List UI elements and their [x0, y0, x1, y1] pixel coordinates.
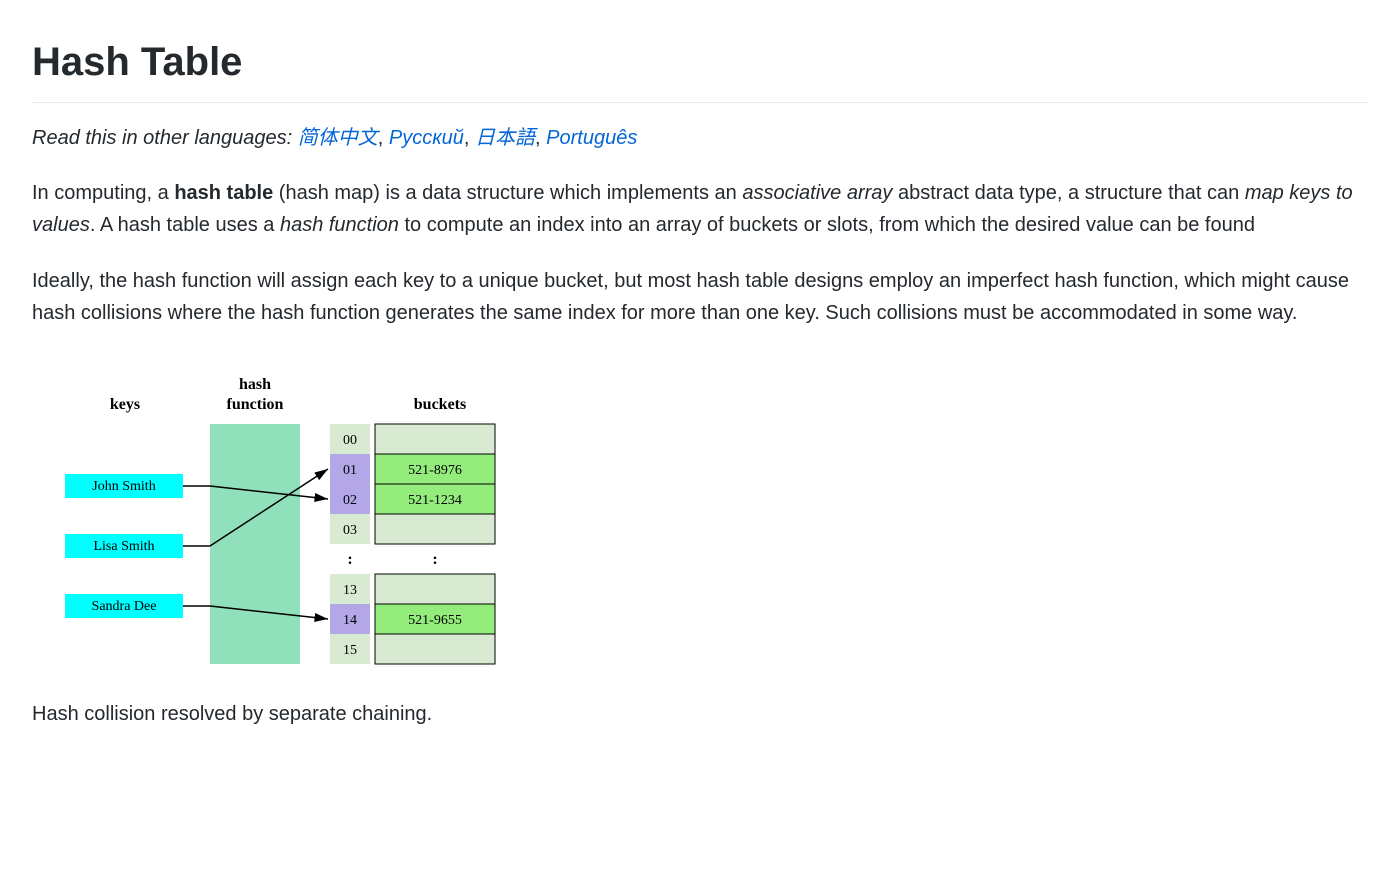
lang-link-zh[interactable]: 简体中文 [298, 127, 378, 149]
dots: : [432, 551, 437, 568]
svg-text:13: 13 [343, 583, 357, 598]
lang-link-ja[interactable]: 日本語 [475, 127, 535, 149]
key-text: Sandra Dee [92, 599, 157, 614]
header-keys: keys [110, 396, 140, 413]
svg-text:521-9655: 521-9655 [408, 613, 462, 628]
header-buckets: buckets [414, 396, 466, 413]
svg-text:02: 02 [343, 493, 357, 508]
svg-text:15: 15 [343, 643, 357, 658]
lang-link-ru[interactable]: Русский [389, 127, 464, 149]
bucket-row: 14 521-9655 [330, 604, 495, 634]
bucket-row: 03 [330, 514, 495, 544]
svg-text:521-1234: 521-1234 [408, 493, 462, 508]
bucket-row: 13 [330, 574, 495, 604]
language-prefix: Read this in other languages: [32, 127, 292, 149]
svg-text:01: 01 [343, 463, 357, 478]
svg-text:14: 14 [343, 613, 357, 628]
dots: : [347, 551, 352, 568]
svg-text:521-8976: 521-8976 [408, 463, 462, 478]
bucket-row: 00 [330, 424, 495, 454]
intro-paragraph-1: In computing, a hash table (hash map) is… [32, 177, 1368, 241]
bucket-row: 15 [330, 634, 495, 664]
key-text: John Smith [92, 479, 155, 494]
language-links: Read this in other languages: 简体中文, Русс… [32, 123, 1368, 153]
hash-table-diagram: keys hash function buckets John Smith Li… [50, 359, 1368, 669]
svg-text:00: 00 [343, 433, 357, 448]
bucket-row: 02 521-1234 [330, 484, 495, 514]
header-hashfn-2: function [227, 396, 284, 413]
intro-paragraph-2: Ideally, the hash function will assign e… [32, 265, 1368, 329]
hashfn-box [210, 424, 300, 664]
page-title: Hash Table [32, 32, 1368, 103]
key-text: Lisa Smith [93, 539, 154, 554]
lang-link-pt[interactable]: Português [546, 127, 637, 149]
svg-text:03: 03 [343, 523, 357, 538]
bucket-row: 01 521-8976 [330, 454, 495, 484]
header-hashfn-1: hash [239, 376, 271, 393]
diagram-caption: Hash collision resolved by separate chai… [32, 699, 1368, 729]
